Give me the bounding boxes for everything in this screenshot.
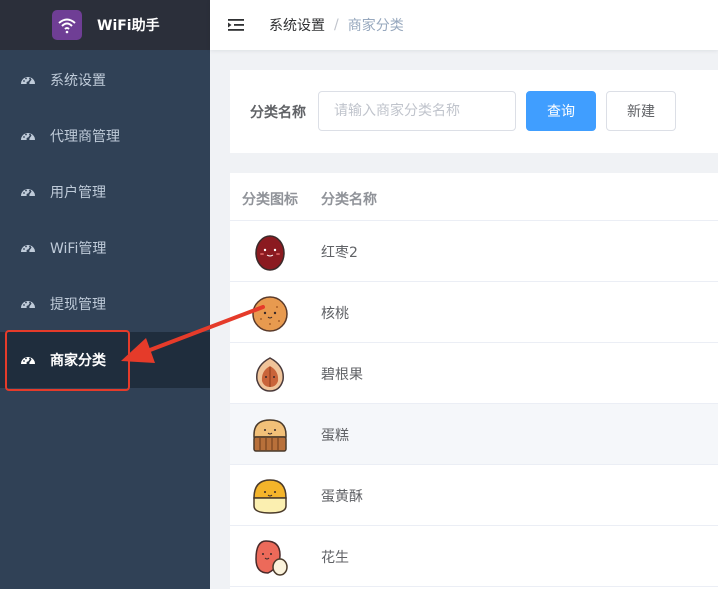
sidebar-item-merchant-category[interactable]: 商家分类 <box>0 332 210 388</box>
query-button[interactable]: 查询 <box>526 91 596 131</box>
logo-bar: WiFi助手 <box>0 0 210 50</box>
dashboard-icon <box>20 128 36 144</box>
dashboard-icon <box>20 184 36 200</box>
category-name: 核桃 <box>321 306 349 322</box>
category-name: 蛋黄酥 <box>321 489 363 505</box>
column-header-icon: 分类图标 <box>242 192 298 208</box>
app-title: WiFi助手 <box>97 18 160 34</box>
cake-icon <box>250 415 290 455</box>
category-name-input[interactable] <box>318 91 516 131</box>
category-name: 碧根果 <box>321 367 363 383</box>
sidebar-item-user-management[interactable]: 用户管理 <box>0 164 210 220</box>
top-header: 系统设置 / 商家分类 <box>210 0 718 50</box>
dashboard-icon <box>20 352 36 368</box>
table-row[interactable]: 核桃 <box>230 282 718 343</box>
sidebar-item-label: 用户管理 <box>50 185 106 201</box>
table-row[interactable]: 蛋黄酥 <box>230 465 718 526</box>
sidebar: WiFi助手 系统设置 代理商管理 用户管理 WiFi管理 提现管理 商家分类 <box>0 0 210 589</box>
table-header: 分类图标 分类名称 <box>230 173 718 221</box>
table-row[interactable]: 蛋糕 <box>230 404 718 465</box>
column-header-name: 分类名称 <box>321 192 377 208</box>
search-panel: 分类名称 查询 新建 <box>230 70 718 153</box>
sidebar-item-system-settings[interactable]: 系统设置 <box>0 52 210 108</box>
sidebar-item-label: 商家分类 <box>50 353 106 369</box>
breadcrumb-separator: / <box>334 17 339 33</box>
dashboard-icon <box>20 296 36 312</box>
sidebar-item-label: WiFi管理 <box>50 241 107 257</box>
peanut-icon <box>250 537 290 577</box>
red-date-icon <box>250 232 290 272</box>
category-name: 蛋糕 <box>321 428 349 444</box>
table-row[interactable]: 碧根果 <box>230 343 718 404</box>
table-row[interactable]: 红枣2 <box>230 221 718 282</box>
sidebar-item-withdrawal-management[interactable]: 提现管理 <box>0 276 210 332</box>
dashboard-icon <box>20 240 36 256</box>
egg-yolk-pastry-icon <box>250 476 290 516</box>
breadcrumb-parent[interactable]: 系统设置 <box>269 15 325 35</box>
category-name: 红枣2 <box>321 245 358 261</box>
table-row[interactable]: 花生 <box>230 526 718 587</box>
breadcrumb-current: 商家分类 <box>347 18 404 34</box>
new-button[interactable]: 新建 <box>606 91 676 131</box>
sidebar-item-wifi-management[interactable]: WiFi管理 <box>0 220 210 276</box>
breadcrumb: 系统设置 / 商家分类 <box>269 15 404 35</box>
sidebar-item-label: 系统设置 <box>50 73 106 89</box>
hamburger-menu-icon[interactable] <box>227 16 245 34</box>
pecan-icon <box>250 354 290 394</box>
walnut-icon <box>250 293 290 333</box>
wifi-logo-icon <box>52 10 82 40</box>
category-name: 花生 <box>321 550 349 566</box>
category-table: 分类图标 分类名称 红枣2 核桃 碧根果 蛋糕 蛋黄酥 花生 <box>230 173 718 589</box>
category-name-label: 分类名称 <box>250 105 306 121</box>
sidebar-item-agent-management[interactable]: 代理商管理 <box>0 108 210 164</box>
dashboard-icon <box>20 72 36 88</box>
sidebar-item-label: 代理商管理 <box>50 129 120 145</box>
sidebar-item-label: 提现管理 <box>50 297 106 313</box>
